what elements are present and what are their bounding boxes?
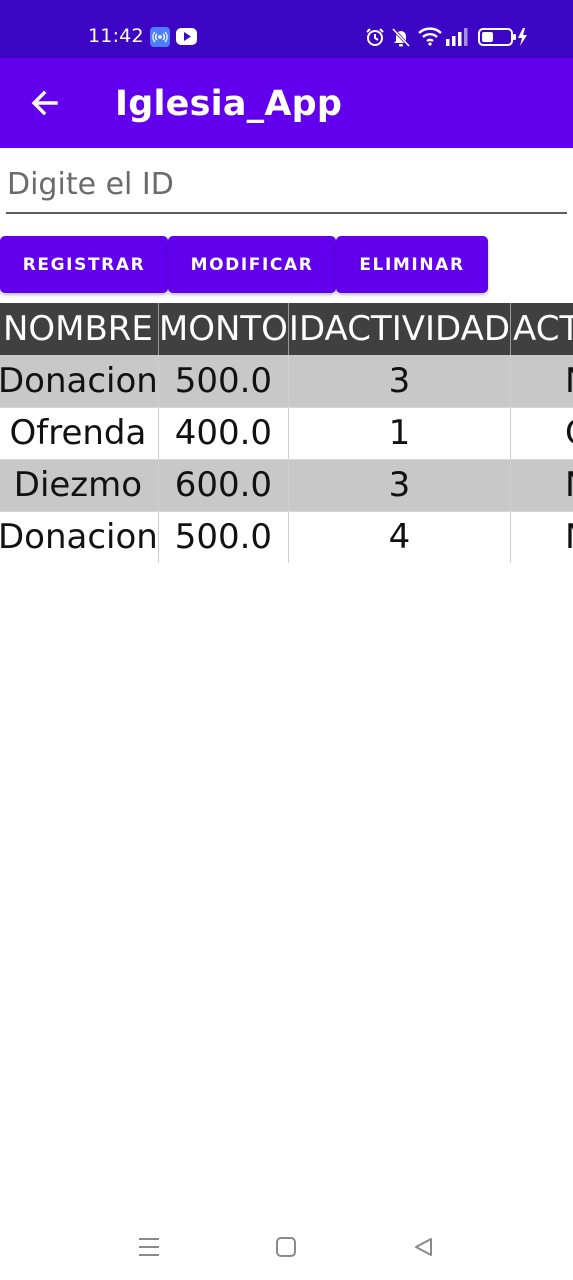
app-bar: Iglesia_App (0, 58, 573, 148)
menu-icon (139, 1238, 159, 1256)
youtube-icon (176, 28, 197, 45)
battery-icon (478, 28, 527, 46)
app-title: Iglesia_App (115, 84, 343, 124)
delete-button[interactable]: ELIMINAR (336, 236, 488, 293)
table-cell: 600.0 (158, 459, 289, 512)
table-cell: 3 (288, 355, 512, 408)
hotspot-icon (150, 27, 170, 47)
table-row[interactable]: Donacion 500.0 4 N (0, 511, 573, 563)
wifi-icon (418, 27, 442, 46)
table-cell: 400.0 (158, 407, 289, 460)
table-row[interactable]: Donacion 500.0 3 N (0, 355, 573, 408)
table-cell: N (510, 355, 573, 408)
back-nav-button[interactable] (408, 1232, 438, 1262)
table-cell: Diezmo (0, 459, 159, 512)
table-cell: C (510, 407, 573, 460)
data-table-container[interactable]: NOMBRE MONTO IDACTIVIDAD ACT Donacion 50… (0, 303, 573, 563)
column-header-idactividad: IDACTIVIDAD (288, 303, 512, 355)
table-cell: 500.0 (158, 355, 289, 408)
table-row[interactable]: Ofrenda 400.0 1 C (0, 407, 573, 460)
arrow-back-icon (31, 90, 58, 116)
home-icon (276, 1237, 296, 1257)
table-cell: N (510, 511, 573, 563)
table-cell: 500.0 (158, 511, 289, 563)
alarm-icon (366, 28, 384, 46)
recents-button[interactable] (134, 1232, 164, 1262)
status-bar: 11:42 (0, 0, 573, 58)
system-nav-bar (0, 1210, 573, 1280)
table-cell: Ofrenda (0, 407, 159, 460)
table-cell: N (510, 459, 573, 512)
table-cell: 3 (288, 459, 512, 512)
signal-icon (446, 28, 468, 46)
back-button[interactable] (22, 80, 68, 126)
table-cell: Donacion (0, 355, 159, 408)
data-table: NOMBRE MONTO IDACTIVIDAD ACT Donacion 50… (0, 303, 573, 563)
table-cell: Donacion (0, 511, 159, 563)
home-button[interactable] (271, 1232, 301, 1262)
modify-button[interactable]: MODIFICAR (168, 236, 336, 293)
column-header-monto: MONTO (158, 303, 289, 355)
mute-icon (391, 27, 411, 47)
table-row[interactable]: Diezmo 600.0 3 N (0, 459, 573, 512)
back-triangle-icon (415, 1238, 432, 1256)
register-button[interactable]: REGISTRAR (0, 236, 168, 293)
id-input[interactable] (6, 162, 567, 214)
column-header-act: ACT (510, 303, 573, 355)
table-header-row: NOMBRE MONTO IDACTIVIDAD ACT (0, 303, 573, 355)
status-time: 11:42 (88, 25, 144, 47)
table-cell: 1 (288, 407, 512, 460)
table-cell: 4 (288, 511, 512, 563)
column-header-nombre: NOMBRE (0, 303, 159, 355)
